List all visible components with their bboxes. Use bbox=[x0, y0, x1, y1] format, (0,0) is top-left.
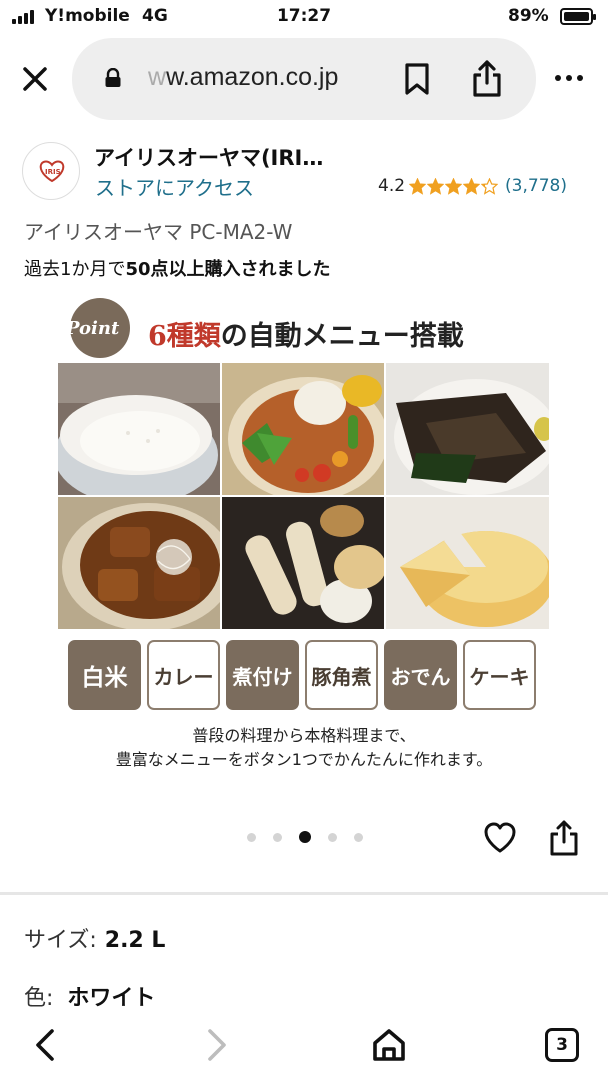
star-icon bbox=[427, 177, 445, 195]
photo-oden bbox=[221, 496, 385, 630]
rating-stars bbox=[409, 177, 499, 195]
carousel-dots[interactable] bbox=[247, 831, 363, 843]
review-count[interactable]: (3,778) bbox=[505, 176, 567, 196]
color-value: ホワイト bbox=[67, 986, 156, 1011]
color-option[interactable]: 色: ホワイト bbox=[24, 980, 155, 1012]
bookmark-icon[interactable] bbox=[402, 62, 432, 96]
carousel-dot[interactable] bbox=[354, 832, 363, 842]
url-main: w.amazon.co.jp bbox=[166, 63, 339, 91]
rating-summary[interactable]: 4.2 (3,778) bbox=[378, 176, 567, 196]
carousel-dot[interactable] bbox=[273, 832, 282, 842]
store-name[interactable]: アイリスオーヤマ(IRI… bbox=[94, 142, 323, 172]
tabs-button[interactable]: 3 bbox=[545, 1028, 579, 1062]
heart-icon[interactable] bbox=[482, 820, 518, 856]
carousel-dot[interactable] bbox=[247, 832, 256, 842]
product-image[interactable] bbox=[57, 362, 550, 630]
close-icon bbox=[23, 67, 47, 91]
star-icon bbox=[445, 177, 463, 195]
menu-button-rice: 白米 bbox=[68, 640, 141, 710]
size-value: 2.2 L bbox=[104, 928, 166, 953]
star-icon bbox=[463, 177, 481, 195]
address-bar[interactable]: ww.amazon.co.jp bbox=[72, 38, 536, 120]
photo-curry bbox=[221, 362, 385, 496]
section-divider bbox=[0, 892, 608, 895]
iris-logo-icon: IRIS bbox=[39, 160, 65, 183]
url-text: ww.amazon.co.jp bbox=[148, 63, 338, 92]
carousel-dot[interactable] bbox=[299, 831, 311, 843]
store-link[interactable]: ストアにアクセス bbox=[95, 172, 254, 201]
back-icon[interactable] bbox=[30, 1026, 60, 1064]
share-icon[interactable] bbox=[470, 58, 504, 98]
image-caption-line2: 豊富なメニューをボタン1つでかんたんに作れます。 bbox=[115, 750, 493, 769]
point-badge-text: Point bbox=[66, 318, 120, 339]
bottom-toolbar: 3 bbox=[0, 1012, 608, 1080]
close-button[interactable] bbox=[18, 62, 52, 96]
status-bar: Y!mobile 4G 17:27 89% bbox=[0, 0, 608, 34]
more-button[interactable] bbox=[551, 64, 587, 92]
store-logo[interactable]: IRIS bbox=[22, 142, 80, 200]
lock-icon bbox=[105, 68, 121, 87]
star-icon bbox=[481, 177, 499, 195]
url-faded: w bbox=[148, 63, 167, 91]
menu-button-simmered: 煮付け bbox=[226, 640, 299, 710]
image-caption-line1: 普段の料理から本格料理まで、 bbox=[192, 726, 416, 745]
photo-white-rice bbox=[57, 362, 221, 496]
image-headline: 6種類の自動メニュー搭載 bbox=[148, 321, 464, 352]
carousel-dot[interactable] bbox=[328, 832, 337, 842]
forward-icon[interactable] bbox=[202, 1026, 232, 1064]
svg-text:IRIS: IRIS bbox=[45, 168, 61, 176]
purchase-count: 過去1か月で50点以上購入されました bbox=[24, 259, 331, 280]
star-icon bbox=[409, 177, 427, 195]
menu-button-pork: 豚角煮 bbox=[305, 640, 378, 710]
menu-button-curry: カレー bbox=[147, 640, 220, 710]
photo-simmered-fish bbox=[385, 362, 550, 496]
menu-button-cake: ケーキ bbox=[463, 640, 536, 710]
menu-button-oden: おでん bbox=[384, 640, 457, 710]
size-option[interactable]: サイズ: 2.2 L bbox=[24, 922, 165, 954]
product-model: アイリスオーヤマ PC-MA2-W bbox=[24, 220, 293, 244]
rating-value: 4.2 bbox=[378, 176, 406, 196]
menu-buttons: 白米 カレー 煮付け 豚角煮 おでん ケーキ bbox=[68, 640, 540, 710]
home-icon[interactable] bbox=[370, 1026, 408, 1064]
share-icon[interactable] bbox=[548, 818, 580, 858]
battery-percent: 89% bbox=[508, 6, 549, 26]
photo-cake bbox=[385, 496, 550, 630]
battery-icon bbox=[560, 8, 596, 25]
photo-braised-pork bbox=[57, 496, 221, 630]
more-icon bbox=[555, 75, 561, 81]
